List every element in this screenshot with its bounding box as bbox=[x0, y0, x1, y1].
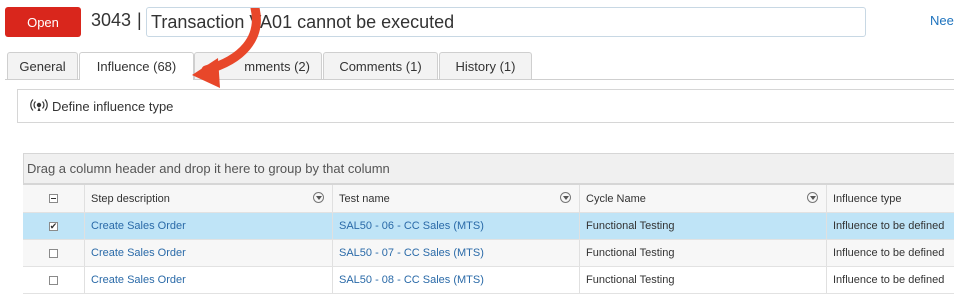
define-influence-panel: Define influence type bbox=[17, 89, 954, 123]
need-link[interactable]: Nee bbox=[930, 13, 954, 28]
define-influence-button[interactable]: Define influence type bbox=[30, 98, 173, 115]
define-influence-label: Define influence type bbox=[52, 99, 174, 114]
ticket-separator: | bbox=[137, 10, 142, 30]
column-header-step-label: Step description bbox=[91, 192, 170, 205]
tab-attachments-label: mments (2) bbox=[244, 58, 310, 74]
step-description-link[interactable]: Create Sales Order bbox=[84, 240, 332, 266]
test-name-link[interactable]: SAL50 - 06 - CC Sales (MTS) bbox=[332, 213, 579, 239]
tab-attachments[interactable]: mments (2) bbox=[194, 52, 322, 79]
column-header-influence[interactable]: Influence type bbox=[826, 185, 954, 212]
tab-history-label: History (1) bbox=[455, 58, 516, 74]
cycle-name: Functional Testing bbox=[579, 267, 826, 293]
test-name-link[interactable]: SAL50 - 07 - CC Sales (MTS) bbox=[332, 240, 579, 266]
influence-type: Influence to be defined bbox=[826, 213, 954, 239]
column-header-test[interactable]: Test name bbox=[332, 185, 579, 212]
influence-type: Influence to be defined bbox=[826, 240, 954, 266]
column-header-cycle-label: Cycle Name bbox=[586, 192, 646, 205]
row-select-cell bbox=[23, 267, 84, 293]
column-header-influence-label: Influence type bbox=[833, 192, 902, 205]
row-checkbox[interactable] bbox=[49, 248, 58, 258]
tab-general[interactable]: General bbox=[7, 52, 78, 79]
step-description-link[interactable]: Create Sales Order bbox=[84, 213, 332, 239]
influence-type: Influence to be defined bbox=[826, 267, 954, 293]
row-select-cell bbox=[23, 240, 84, 266]
grid-header-row: Step description Test name Cycle Name In… bbox=[23, 184, 954, 213]
table-row[interactable]: Create Sales Order SAL50 - 07 - CC Sales… bbox=[23, 240, 954, 267]
step-description-link[interactable]: Create Sales Order bbox=[84, 267, 332, 293]
ticket-id: 3043 bbox=[91, 10, 132, 30]
ticket-title-field[interactable]: Transaction VA01 cannot be executed bbox=[146, 7, 866, 37]
column-header-step[interactable]: Step description bbox=[84, 185, 332, 212]
table-row[interactable]: Create Sales Order SAL50 - 08 - CC Sales… bbox=[23, 267, 954, 294]
test-name-link[interactable]: SAL50 - 08 - CC Sales (MTS) bbox=[332, 267, 579, 293]
broadcast-icon bbox=[30, 98, 48, 115]
cycle-name: Functional Testing bbox=[579, 213, 826, 239]
open-status-button[interactable]: Open bbox=[5, 7, 81, 37]
tab-influence-label: Influence (68) bbox=[96, 59, 177, 74]
column-header-test-label: Test name bbox=[339, 192, 390, 205]
tab-influence[interactable]: Influence (68) bbox=[79, 52, 194, 80]
influence-grid: Step description Test name Cycle Name In… bbox=[23, 184, 954, 294]
filter-icon[interactable] bbox=[807, 192, 818, 203]
tab-comments[interactable]: Comments (1) bbox=[323, 52, 438, 79]
tab-history[interactable]: History (1) bbox=[439, 52, 532, 79]
row-checkbox[interactable] bbox=[49, 275, 58, 285]
tab-general-label: General bbox=[19, 58, 66, 74]
cycle-name: Functional Testing bbox=[579, 240, 826, 266]
select-all-checkbox[interactable] bbox=[49, 194, 58, 203]
row-checkbox[interactable]: ✔ bbox=[49, 221, 58, 231]
select-all-cell bbox=[23, 185, 84, 212]
tab-comments-label: Comments (1) bbox=[339, 58, 422, 74]
row-select-cell: ✔ bbox=[23, 213, 84, 239]
table-row[interactable]: ✔ Create Sales Order SAL50 - 06 - CC Sal… bbox=[23, 213, 954, 240]
column-header-cycle[interactable]: Cycle Name bbox=[579, 185, 826, 212]
filter-icon[interactable] bbox=[313, 192, 324, 203]
filter-icon[interactable] bbox=[560, 192, 571, 203]
group-by-drop-zone[interactable]: Drag a column header and drop it here to… bbox=[23, 153, 954, 184]
